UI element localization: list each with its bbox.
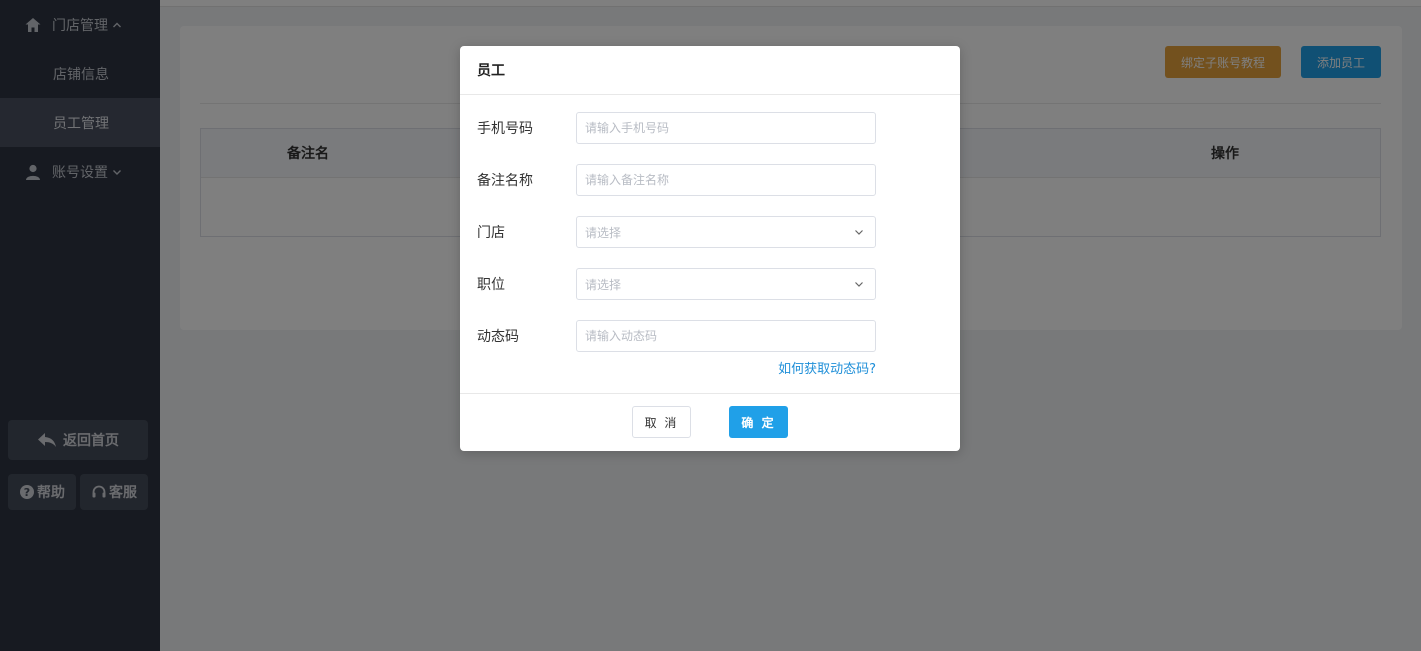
how-to-get-code-link[interactable]: 如何获取动态码? — [772, 358, 876, 377]
phone-input[interactable] — [576, 112, 876, 144]
chevron-down-icon — [853, 226, 865, 238]
form-row-phone: 手机号码 — [460, 112, 960, 144]
store-select-placeholder: 请选择 — [585, 225, 622, 240]
remark-input[interactable] — [576, 164, 876, 196]
form-row-store: 门店 请选择 — [460, 216, 960, 248]
position-select-placeholder: 请选择 — [585, 277, 622, 292]
confirm-button[interactable]: 确 定 — [729, 406, 788, 438]
staff-dialog: 员工 手机号码 备注名称 门店 请选择 职位 请选择 动态码 如何获取动态码? — [460, 46, 960, 451]
form-row-position: 职位 请选择 — [460, 268, 960, 300]
position-label: 职位 — [477, 277, 505, 293]
phone-label: 手机号码 — [477, 121, 533, 137]
form-row-remark: 备注名称 — [460, 164, 960, 196]
dialog-header: 员工 — [460, 46, 960, 95]
remark-label: 备注名称 — [477, 173, 533, 189]
form-row-code: 动态码 — [460, 320, 960, 352]
chevron-down-icon — [853, 278, 865, 290]
dialog-title: 员工 — [477, 63, 505, 79]
store-select[interactable]: 请选择 — [576, 216, 876, 248]
position-select[interactable]: 请选择 — [576, 268, 876, 300]
cancel-button[interactable]: 取 消 — [632, 406, 691, 438]
store-label: 门店 — [477, 225, 505, 241]
dialog-footer: 取 消 确 定 — [460, 393, 960, 451]
dynamic-code-input[interactable] — [576, 320, 876, 352]
code-label: 动态码 — [477, 329, 519, 345]
